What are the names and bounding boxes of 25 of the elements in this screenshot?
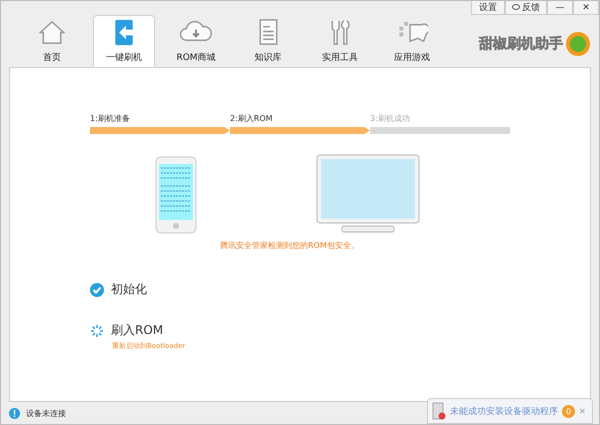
step-label: 1:刷机准备 (90, 113, 131, 124)
notification-text: 未能成功安装设备驱动程序 (450, 406, 558, 418)
pepper-logo-icon (565, 31, 591, 57)
nav-tab[interactable]: 实用工具 (309, 15, 371, 67)
device-error-icon (432, 402, 446, 420)
count-badge: 0 (562, 404, 575, 418)
check-icon (90, 282, 104, 296)
nav-tab[interactable]: 应用游戏 (381, 15, 443, 67)
nav-tab[interactable]: 首页 (21, 15, 83, 67)
connection-status: 设备未连接 (26, 408, 66, 418)
brand-name: 甜椒刷机助手 (479, 35, 563, 53)
step-label: 3:刷机成功 (370, 113, 411, 124)
nav-tab[interactable]: ROM商城 (165, 15, 227, 67)
info-icon (9, 408, 20, 418)
task-label: 刷入ROM (111, 322, 164, 339)
nav-tab[interactable]: 一键刷机 (93, 15, 155, 67)
spinner-icon (90, 324, 104, 338)
minimize-button[interactable]: — (547, 1, 573, 15)
security-note: 腾讯安全管家检测到您的ROM包安全。 (220, 240, 360, 251)
step-label: 2:刷入ROM (230, 113, 274, 124)
task-label: 初始化 (111, 281, 147, 298)
feedback-button[interactable]: 反馈 (505, 1, 547, 15)
settings-button[interactable]: 设置 (471, 1, 505, 15)
close-button[interactable]: ✕ (573, 1, 599, 15)
nav-tab[interactable]: 知识库 (237, 15, 299, 67)
